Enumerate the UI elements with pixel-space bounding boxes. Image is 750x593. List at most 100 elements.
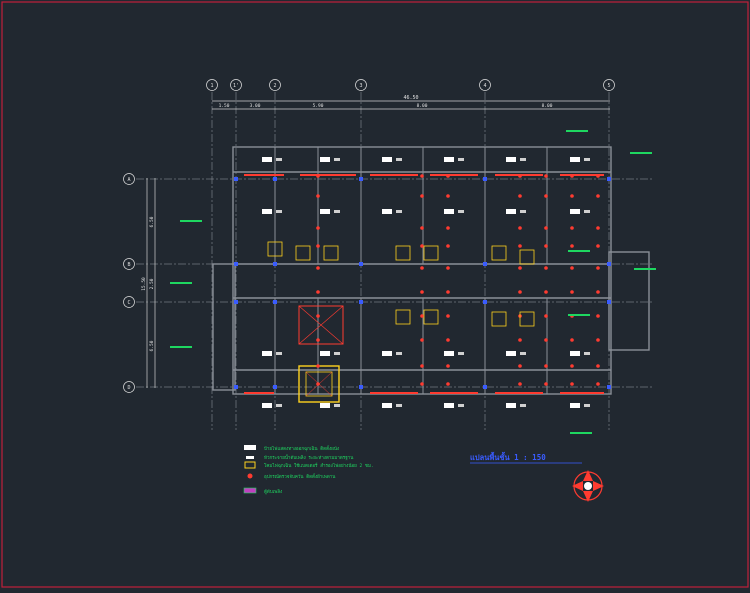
annotation-tick bbox=[568, 314, 590, 316]
bathroom-fixture bbox=[295, 245, 311, 261]
smoke-detector-icon bbox=[570, 290, 574, 294]
smoke-detector-icon bbox=[596, 194, 600, 198]
bathroom-fixture bbox=[519, 311, 535, 327]
smoke-detector-icon bbox=[446, 266, 450, 270]
smoke-detector-icon bbox=[420, 266, 424, 270]
room-tag-panel-small bbox=[396, 210, 402, 213]
smoke-detector-icon bbox=[544, 314, 548, 318]
legend-text-4: อุปกรณ์ตรวจจับควัน ติดตั้งฝ้าเพดาน bbox=[264, 473, 335, 480]
room-tag-panel-small bbox=[334, 352, 340, 355]
room-tag-panel bbox=[570, 403, 580, 408]
room-tag-panel-small bbox=[584, 404, 590, 407]
column-marker bbox=[483, 177, 487, 181]
smoke-detector-icon bbox=[420, 364, 424, 368]
room-tag-panel-small bbox=[458, 210, 464, 213]
room-tag-panel-small bbox=[276, 352, 282, 355]
smoke-detector-icon bbox=[316, 290, 320, 294]
column-marker bbox=[234, 385, 238, 389]
smoke-detector-icon bbox=[544, 174, 548, 178]
room-tag-panel bbox=[320, 351, 330, 356]
column-marker bbox=[234, 262, 238, 266]
legend: ป้ายไฟแสดงทางออกฉุกเฉิน ติดตั้งผนัง หัวก… bbox=[243, 445, 374, 495]
column-marker bbox=[234, 177, 238, 181]
plan-title: แปลนพื้นชั้น 1 : 150 bbox=[470, 451, 546, 462]
smoke-detector-icon bbox=[544, 244, 548, 248]
room-tag-panel bbox=[506, 157, 516, 162]
grid-label-col-5: 5 bbox=[607, 83, 610, 89]
smoke-detector-icon bbox=[570, 174, 574, 178]
smoke-detector-icon bbox=[316, 364, 320, 368]
room-tag-panel-small bbox=[334, 210, 340, 213]
smoke-detector-icon bbox=[420, 314, 424, 318]
smoke-detector-icon bbox=[596, 314, 600, 318]
dimension-seg-4: 8.00 bbox=[417, 103, 428, 109]
smoke-detector-icon bbox=[446, 382, 450, 386]
cad-drawing-canvas[interactable]: 46.50 1.50 3.00 5.90 8.00 8.00 6.50 2.50… bbox=[0, 0, 750, 589]
smoke-detector-icon bbox=[420, 338, 424, 342]
annotation-tick bbox=[180, 220, 202, 222]
smoke-detector-icon bbox=[446, 244, 450, 248]
room-tag-panel-small bbox=[458, 352, 464, 355]
smoke-detector-icon bbox=[446, 226, 450, 230]
annotation-tick bbox=[566, 130, 588, 132]
annotation-tick bbox=[634, 268, 656, 270]
annotation-tick bbox=[568, 250, 590, 252]
smoke-detector-icon bbox=[316, 338, 320, 342]
facade-strip-8 bbox=[430, 392, 478, 394]
room-tag-panel bbox=[262, 351, 272, 356]
smoke-detector-icon bbox=[446, 364, 450, 368]
room-tag-panel-small bbox=[520, 404, 526, 407]
dimension-seg-2: 3.00 bbox=[250, 103, 261, 109]
grid-label-row-d: D bbox=[127, 385, 130, 391]
smoke-detector-icon bbox=[518, 382, 522, 386]
smoke-detector-icon bbox=[596, 364, 600, 368]
room-tag-panel-small bbox=[458, 158, 464, 161]
column-marker bbox=[273, 385, 277, 389]
smoke-detector-icon bbox=[420, 194, 424, 198]
smoke-detector-icon bbox=[570, 244, 574, 248]
facade-strip-6 bbox=[244, 392, 274, 394]
legend-symbol-extinguisher bbox=[243, 487, 257, 494]
smoke-detector-icon bbox=[420, 382, 424, 386]
smoke-detector-icon bbox=[596, 226, 600, 230]
room-tag-panel bbox=[382, 351, 392, 356]
room-tag-panel bbox=[506, 351, 516, 356]
smoke-detector-icon bbox=[544, 226, 548, 230]
grid-label-row-a: A bbox=[127, 177, 130, 183]
room-tag-panel bbox=[506, 209, 516, 214]
room-tag-panel-small bbox=[458, 404, 464, 407]
room-tag-panel-small bbox=[276, 404, 282, 407]
room-tag-panel bbox=[444, 403, 454, 408]
facade-strip-9 bbox=[495, 392, 543, 394]
smoke-detector-icon bbox=[596, 338, 600, 342]
smoke-detector-icon bbox=[518, 244, 522, 248]
column-marker bbox=[273, 300, 277, 304]
dimension-overall: 46.50 bbox=[403, 95, 418, 101]
smoke-detector-icon bbox=[518, 194, 522, 198]
facade-strip-0 bbox=[244, 174, 284, 176]
smoke-detector-icon bbox=[420, 290, 424, 294]
room-tag-panel bbox=[382, 403, 392, 408]
smoke-detector-icon bbox=[544, 338, 548, 342]
room-tag-panel bbox=[444, 157, 454, 162]
smoke-detector-icon bbox=[596, 244, 600, 248]
smoke-detector-icon bbox=[596, 290, 600, 294]
dimension-overall-vertical: 15.50 bbox=[141, 277, 147, 291]
column-marker bbox=[483, 262, 487, 266]
room-tag-panel bbox=[382, 209, 392, 214]
legend-text-2: หัวกระจายน้ำดับเพลิง ระยะห่างตามมาตรฐาน bbox=[264, 454, 353, 461]
room-tag-panel-small bbox=[584, 158, 590, 161]
room-tag-panel bbox=[262, 403, 272, 408]
bathroom-fixture bbox=[423, 309, 439, 325]
legend-symbol-emergency-light bbox=[244, 461, 256, 469]
smoke-detector-icon bbox=[544, 364, 548, 368]
column-marker bbox=[359, 300, 363, 304]
bathroom-fixture bbox=[519, 249, 535, 265]
smoke-detector-icon bbox=[446, 174, 450, 178]
floor-plan-svg[interactable]: 46.50 1.50 3.00 5.90 8.00 8.00 6.50 2.50… bbox=[0, 0, 750, 589]
annotation-tick bbox=[570, 432, 592, 434]
column-marker bbox=[273, 262, 277, 266]
dimension-row-2: 2.50 bbox=[149, 278, 155, 289]
north-arrow-icon bbox=[572, 470, 604, 502]
smoke-detector-icon bbox=[518, 226, 522, 230]
